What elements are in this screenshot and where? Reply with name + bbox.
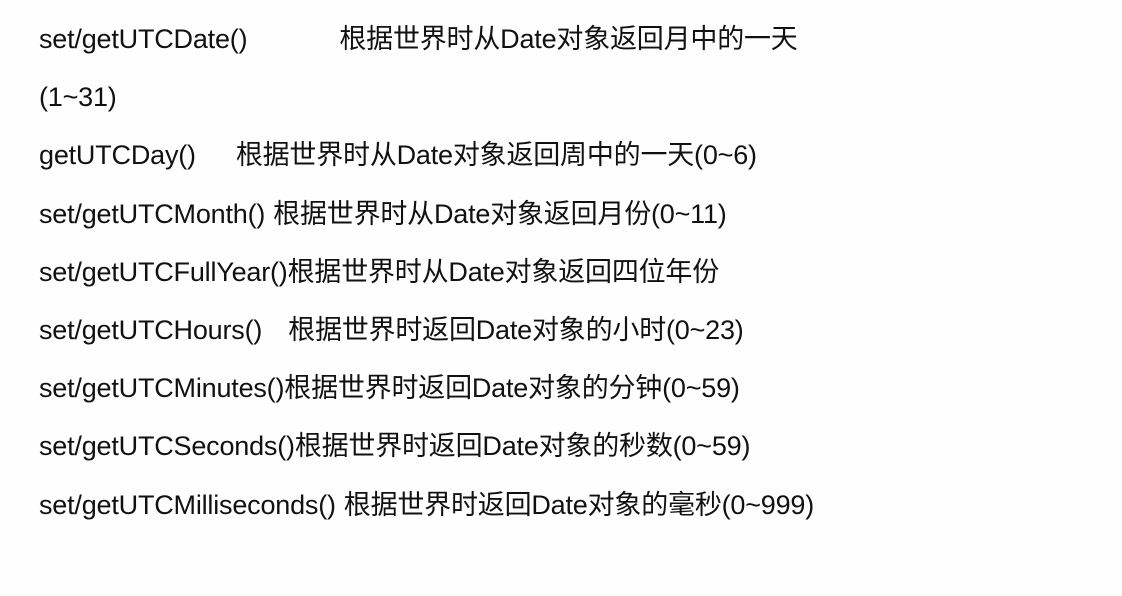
method-name: getUTCDay(): [39, 140, 196, 171]
list-item: set/getUTCHours() 根据世界时返回Date对象的小时(0~23): [39, 309, 1099, 367]
method-name: set/getUTCFullYear(): [39, 256, 288, 287]
list-item: set/getUTCFullYear()根据世界时从Date对象返回四位年份: [39, 251, 1099, 309]
slide: set/getUTCDate() 根据世界时从Date对象返回月中的一天 (1~3…: [0, 0, 1122, 596]
method-name: set/getUTCSeconds(): [39, 431, 295, 462]
method-name: set/getUTCHours(): [39, 314, 263, 345]
method-name: set/getUTCMinutes(): [39, 373, 285, 404]
method-description: 根据世界时从Date对象返回月份(0~11): [273, 198, 727, 229]
list-item: set/getUTCMilliseconds() 根据世界时返回Date对象的毫秒…: [39, 484, 1099, 542]
list-item: set/getUTCMinutes()根据世界时返回Date对象的分钟(0~59…: [39, 367, 1099, 425]
method-description: (1~31): [39, 82, 117, 113]
list-item: set/getUTCMonth() 根据世界时从Date对象返回月份(0~11): [39, 193, 1099, 251]
method-description: 根据世界时返回Date对象的小时(0~23): [288, 314, 744, 345]
list-item: (1~31): [39, 76, 1099, 134]
method-description: 根据世界时返回Date对象的分钟(0~59): [284, 373, 740, 404]
method-description: 根据世界时从Date对象返回周中的一天(0~6): [235, 140, 757, 171]
method-description: 根据世界时返回Date对象的毫秒(0~999): [343, 489, 815, 520]
method-description: 根据世界时返回Date对象的秒数(0~59): [294, 431, 751, 462]
list-item: set/getUTCSeconds()根据世界时返回Date对象的秒数(0~59…: [39, 425, 1099, 483]
list-item: getUTCDay() 根据世界时从Date对象返回周中的一天(0~6): [39, 134, 1099, 192]
method-list: set/getUTCDate() 根据世界时从Date对象返回月中的一天 (1~3…: [39, 18, 1099, 542]
method-description: 根据世界时从Date对象返回四位年份: [287, 256, 720, 287]
method-name: set/getUTCDate(): [39, 24, 248, 54]
method-description: 根据世界时从Date对象返回月中的一天: [339, 24, 798, 54]
list-item: set/getUTCDate() 根据世界时从Date对象返回月中的一天: [39, 18, 1099, 76]
method-name: set/getUTCMilliseconds(): [39, 489, 336, 520]
method-name: set/getUTCMonth(): [39, 198, 266, 229]
